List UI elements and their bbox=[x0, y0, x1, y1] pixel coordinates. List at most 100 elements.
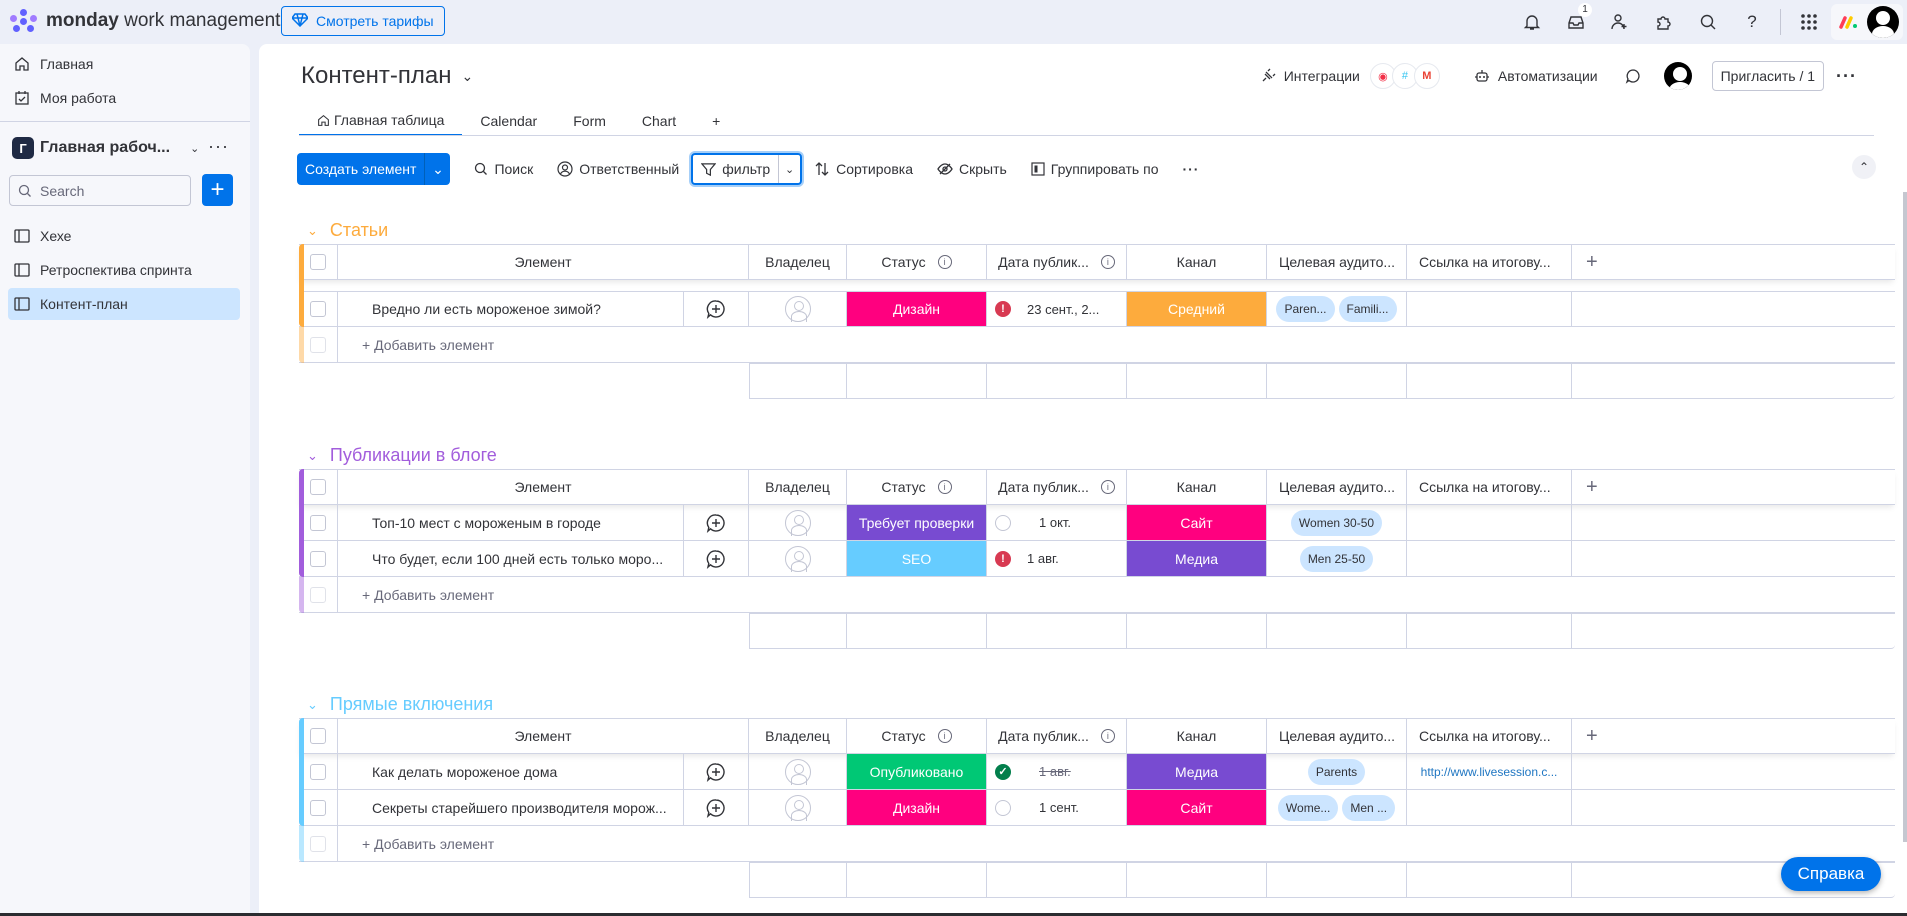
row-checkbox[interactable] bbox=[310, 799, 326, 816]
tab-form[interactable]: Form bbox=[555, 106, 624, 136]
channel-cell[interactable]: Медиа bbox=[1127, 541, 1267, 576]
group-by-button[interactable]: Группировать по bbox=[1019, 153, 1171, 185]
user-avatar[interactable] bbox=[1867, 6, 1899, 38]
column-header-status[interactable]: Статус i bbox=[847, 245, 987, 279]
table-row[interactable]: Как делать мороженое дома Опубликовано ✓ 1 … bbox=[299, 754, 1895, 790]
column-header-owner[interactable]: Владелец bbox=[749, 245, 847, 279]
owner-cell[interactable] bbox=[749, 754, 847, 789]
row-checkbox[interactable] bbox=[310, 763, 326, 780]
group-title[interactable]: Прямые включения bbox=[330, 694, 493, 715]
link-cell[interactable] bbox=[1407, 541, 1572, 576]
add-update-cell[interactable] bbox=[684, 292, 749, 326]
add-column-button[interactable]: + bbox=[1572, 470, 1632, 504]
chevron-down-icon[interactable]: ⌄ bbox=[778, 155, 800, 183]
channel-cell[interactable]: Сайт bbox=[1127, 505, 1267, 540]
board-owner-avatar[interactable] bbox=[1663, 62, 1692, 90]
link-cell[interactable] bbox=[1407, 505, 1572, 540]
item-name[interactable]: Топ-10 мест с мороженым в городе bbox=[372, 515, 601, 531]
group-header[interactable]: ⌄ Прямые включения bbox=[307, 694, 493, 715]
info-icon[interactable]: i bbox=[1100, 255, 1115, 269]
owner-cell[interactable] bbox=[749, 505, 847, 540]
chevron-down-icon[interactable]: ⌄ bbox=[424, 153, 450, 185]
add-item-input[interactable]: + Добавить элемент bbox=[338, 327, 494, 362]
person-filter-button[interactable]: Ответственный bbox=[545, 153, 691, 185]
column-header-status[interactable]: Статус i bbox=[847, 470, 987, 504]
column-header-channel[interactable]: Канал bbox=[1127, 719, 1267, 753]
integrations-button[interactable]: Интеграции ◉ # M bbox=[1250, 63, 1450, 89]
inbox-button[interactable]: 1 bbox=[1554, 0, 1598, 44]
status-cell[interactable]: Требует проверки bbox=[847, 505, 987, 540]
create-item-button[interactable]: Создать элемент ⌄ bbox=[297, 153, 451, 185]
item-name-cell[interactable]: Вредно ли есть мороженое зимой? bbox=[338, 292, 684, 326]
sidebar-board-item-active[interactable]: Контент-план bbox=[8, 288, 240, 320]
app-switcher-button[interactable] bbox=[1787, 0, 1831, 44]
see-plans-button[interactable]: Смотреть тарифы bbox=[281, 6, 445, 36]
automations-button[interactable]: Автоматизации bbox=[1464, 68, 1608, 84]
vertical-scrollbar[interactable] bbox=[1903, 192, 1907, 842]
audience-cell[interactable]: Men 25-50 bbox=[1267, 541, 1407, 576]
add-column-button[interactable]: + bbox=[1572, 719, 1632, 753]
item-name[interactable]: Как делать мороженое дома bbox=[372, 764, 557, 780]
channel-cell[interactable]: Средний bbox=[1127, 292, 1267, 326]
sidebar-item-home[interactable]: Главная bbox=[8, 48, 240, 80]
add-update-cell[interactable] bbox=[684, 541, 749, 576]
info-icon[interactable]: i bbox=[937, 729, 952, 743]
add-item-row[interactable]: + Добавить элемент bbox=[299, 826, 1895, 862]
item-name[interactable]: Секреты старейшего производителя морож..… bbox=[372, 800, 667, 816]
add-update-cell[interactable] bbox=[684, 754, 749, 789]
column-header-channel[interactable]: Канал bbox=[1127, 245, 1267, 279]
table-row[interactable]: Что будет, если 100 дней есть только мор… bbox=[299, 541, 1895, 577]
column-header-element[interactable]: Элемент bbox=[338, 245, 749, 279]
item-name-cell[interactable]: Топ-10 мест с мороженым в городе bbox=[338, 505, 684, 540]
item-name-cell[interactable]: Что будет, если 100 дней есть только мор… bbox=[338, 541, 684, 576]
status-cell[interactable]: SEO bbox=[847, 541, 987, 576]
workspace-more-button[interactable]: ··· bbox=[208, 136, 229, 157]
owner-cell[interactable] bbox=[749, 541, 847, 576]
board-title[interactable]: Контент-план ⌄ bbox=[301, 62, 473, 90]
group-header[interactable]: ⌄ Статьи bbox=[307, 220, 388, 241]
item-name[interactable]: Что будет, если 100 дней есть только мор… bbox=[372, 551, 663, 567]
chevron-down-icon[interactable]: ⌄ bbox=[307, 223, 318, 239]
sidebar-search-input[interactable]: Search bbox=[9, 175, 191, 206]
info-icon[interactable]: i bbox=[937, 255, 952, 269]
column-header-owner[interactable]: Владелец bbox=[749, 719, 847, 753]
add-board-button[interactable]: + bbox=[202, 174, 233, 206]
table-row[interactable]: Секреты старейшего производителя морож..… bbox=[299, 790, 1895, 826]
owner-cell[interactable] bbox=[749, 292, 847, 326]
column-header-owner[interactable]: Владелец bbox=[749, 470, 847, 504]
date-cell[interactable]: ! 23 сент., 2... bbox=[987, 292, 1127, 326]
select-all-checkbox[interactable] bbox=[310, 479, 326, 495]
add-view-button[interactable]: + bbox=[694, 106, 738, 136]
sidebar-board-item[interactable]: Ретроспектива спринта bbox=[8, 254, 240, 286]
column-header-element[interactable]: Элемент bbox=[338, 470, 749, 504]
link[interactable]: http://www.livesession.c... bbox=[1421, 765, 1558, 779]
group-title[interactable]: Статьи bbox=[330, 220, 388, 241]
invite-members-button[interactable] bbox=[1598, 0, 1642, 44]
date-cell[interactable]: 1 окт. bbox=[987, 505, 1127, 540]
group-header[interactable]: ⌄ Публикации в блоге bbox=[307, 445, 497, 466]
updates-button[interactable] bbox=[1614, 67, 1652, 85]
column-header-status[interactable]: Статус i bbox=[847, 719, 987, 753]
row-checkbox[interactable] bbox=[310, 550, 326, 567]
column-header-audience[interactable]: Целевая аудито... bbox=[1267, 470, 1407, 504]
column-header-date[interactable]: Дата публик... i bbox=[987, 470, 1127, 504]
owner-cell[interactable] bbox=[749, 790, 847, 825]
add-column-button[interactable]: + bbox=[1572, 245, 1632, 279]
date-cell[interactable]: ! 1 авг. bbox=[987, 541, 1127, 576]
app-logo[interactable]: monday work management bbox=[10, 9, 280, 33]
filter-button[interactable]: фильтр ⌄ bbox=[691, 153, 803, 185]
column-header-element[interactable]: Элемент bbox=[338, 719, 749, 753]
info-icon[interactable]: i bbox=[937, 480, 952, 494]
item-name[interactable]: Вредно ли есть мороженое зимой? bbox=[372, 301, 601, 317]
tab-calendar[interactable]: Calendar bbox=[462, 106, 555, 136]
audience-cell[interactable]: Parents bbox=[1267, 754, 1407, 789]
table-row[interactable]: Топ-10 мест с мороженым в городе Требует … bbox=[299, 505, 1895, 541]
status-cell[interactable]: Опубликовано bbox=[847, 754, 987, 789]
invite-button[interactable]: Пригласить / 1 bbox=[1711, 61, 1825, 91]
sort-button[interactable]: Сортировка bbox=[802, 153, 925, 185]
column-header-audience[interactable]: Целевая аудито... bbox=[1267, 719, 1407, 753]
add-update-cell[interactable] bbox=[684, 790, 749, 825]
help-button[interactable]: ? bbox=[1730, 0, 1774, 44]
info-icon[interactable]: i bbox=[1100, 729, 1115, 743]
help-button[interactable]: Справка bbox=[1781, 857, 1881, 891]
